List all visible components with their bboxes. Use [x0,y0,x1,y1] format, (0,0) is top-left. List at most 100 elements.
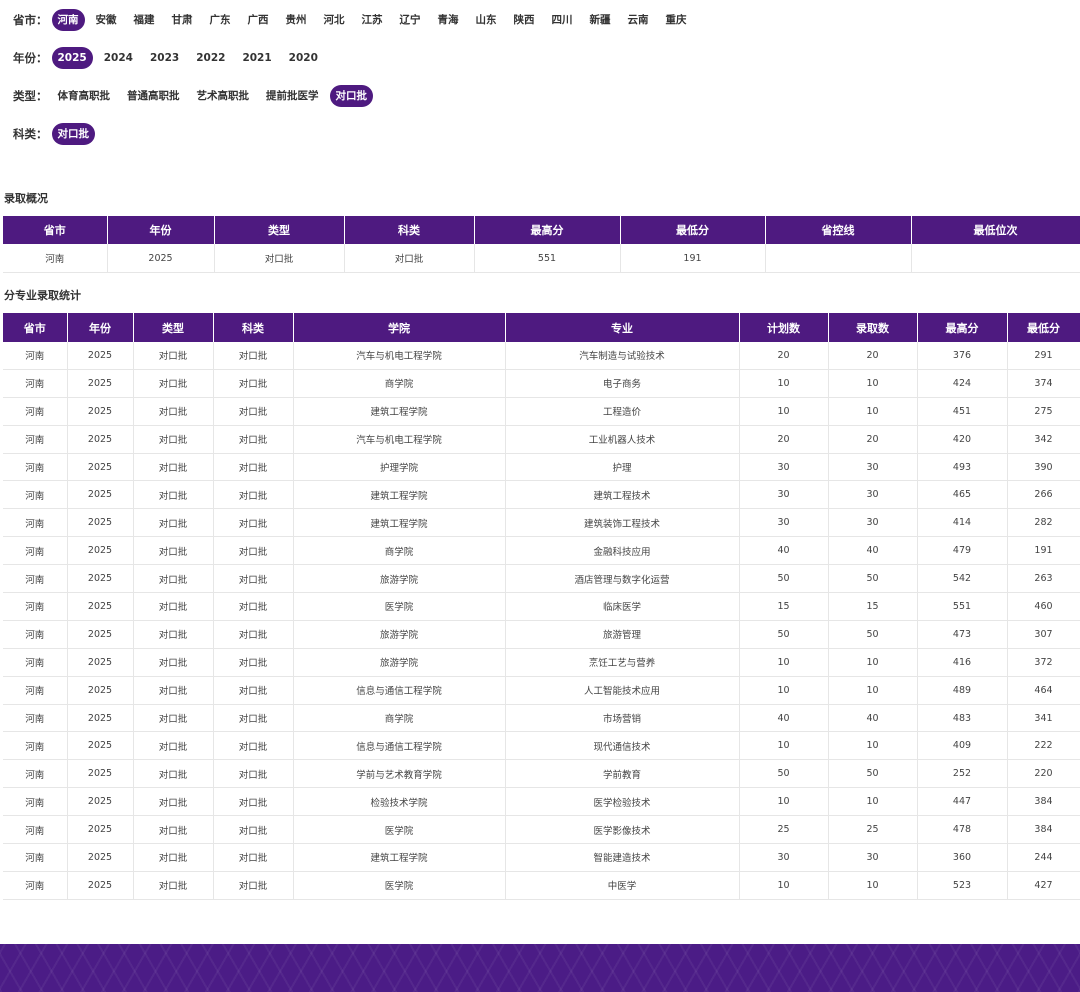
table-cell: 10 [739,369,829,398]
table-cell: 282 [1007,508,1080,538]
table-cell: 对口批 [213,704,294,733]
filter-province-option[interactable]: 贵州 [280,9,313,31]
filter-province-option[interactable]: 新疆 [584,9,617,31]
overview-cell [765,244,912,273]
filter-year-option[interactable]: 2021 [236,47,277,69]
table-cell: 河南 [3,620,68,649]
table-cell: 对口批 [133,787,214,817]
table-cell: 烹饪工艺与营养 [505,648,740,677]
filter-type-option[interactable]: 普通高职批 [121,85,186,107]
table-cell: 420 [917,425,1008,454]
table-cell: 10 [739,648,829,677]
filter-province-option[interactable]: 江苏 [356,9,389,31]
table-cell: 对口批 [213,342,294,370]
table-cell: 河南 [3,676,68,705]
filter-province-option[interactable]: 辽宁 [394,9,427,31]
table-cell: 河南 [3,480,68,510]
table-cell: 对口批 [133,815,214,845]
filter-province-option[interactable]: 广西 [242,9,275,31]
table-cell: 对口批 [133,648,214,677]
filter-province-option[interactable]: 青海 [432,9,465,31]
filter-type-option[interactable]: 体育高职批 [52,85,117,107]
table-cell: 372 [1007,648,1080,677]
table-cell: 工业机器人技术 [505,425,740,454]
filter-subject-option[interactable]: 对口批 [51,123,95,145]
table-cell: 工程造价 [505,397,740,426]
table-cell: 建筑工程技术 [505,480,740,510]
filter-province-option[interactable]: 河北 [318,9,351,31]
table-cell: 20 [739,342,829,370]
filter-type-option[interactable]: 对口批 [329,85,373,107]
filter-year-option[interactable]: 2025 [51,47,93,69]
filter-province-option[interactable]: 安徽 [90,9,123,31]
table-row: 河南 2025 对口批 对口批 建筑工程学院 工程造价 10 10 451 275 [3,397,1080,426]
subject-options: 对口批 [51,123,101,145]
filter-province-option[interactable]: 四川 [546,9,579,31]
table-cell: 40 [739,536,829,566]
filter-year-option[interactable]: 2024 [98,47,139,69]
filter-year-option[interactable]: 2022 [190,47,231,69]
table-cell: 2025 [67,648,134,677]
table-cell: 465 [917,480,1008,510]
majors-header-cell: 专业 [505,313,740,342]
filter-type-option[interactable]: 提前批医学 [260,85,325,107]
overview-cell: 河南 [3,244,108,273]
table-cell: 291 [1007,342,1080,370]
table-cell: 建筑装饰工程技术 [505,508,740,538]
filter-type-option[interactable]: 艺术高职批 [191,85,256,107]
table-cell: 10 [739,787,829,817]
table-cell: 25 [739,815,829,845]
table-cell: 2025 [67,564,134,594]
table-cell: 商学院 [293,704,506,733]
table-cell: 30 [828,508,918,538]
table-cell: 对口批 [213,453,294,482]
filter-province-option[interactable]: 广东 [204,9,237,31]
table-cell: 275 [1007,397,1080,426]
table-cell: 现代通信技术 [505,731,740,761]
table-cell: 2025 [67,508,134,538]
filter-year-option[interactable]: 2023 [144,47,185,69]
table-cell: 对口批 [133,397,214,426]
table-cell: 2025 [67,731,134,761]
filter-province-option[interactable]: 重庆 [660,9,693,31]
table-cell: 479 [917,536,1008,566]
filter-province-option[interactable]: 河南 [51,9,85,31]
table-cell: 2025 [67,815,134,845]
filter-year-option[interactable]: 2020 [283,47,324,69]
table-cell: 342 [1007,425,1080,454]
table-cell: 建筑工程学院 [293,508,506,538]
table-cell: 河南 [3,648,68,677]
table-cell: 对口批 [213,843,294,872]
table-cell: 384 [1007,787,1080,817]
table-row: 河南 2025 对口批 对口批 商学院 市场营销 40 40 483 341 [3,704,1080,733]
table-cell: 河南 [3,815,68,845]
table-cell: 对口批 [133,843,214,872]
overview-data-row: 河南 2025 对口批 对口批 551 191 [3,244,1080,273]
table-cell: 对口批 [213,369,294,398]
filter-province-option[interactable]: 云南 [622,9,655,31]
table-cell: 人工智能技术应用 [505,676,740,705]
table-cell: 30 [828,843,918,872]
filter-province-option[interactable]: 陕西 [508,9,541,31]
table-cell: 河南 [3,871,68,900]
table-cell: 对口批 [133,369,214,398]
overview-cell: 191 [620,244,766,273]
table-cell: 建筑工程学院 [293,397,506,426]
table-cell: 416 [917,648,1008,677]
table-cell: 2025 [67,871,134,900]
table-cell: 对口批 [213,871,294,900]
table-cell: 建筑工程学院 [293,480,506,510]
table-cell: 对口批 [213,815,294,845]
table-cell: 学前与艺术教育学院 [293,759,506,789]
table-cell: 10 [828,397,918,426]
table-cell: 旅游学院 [293,564,506,594]
majors-body: 河南 2025 对口批 对口批 汽车与机电工程学院 汽车制造与试验技术 20 20 376 291… [3,342,1080,900]
filter-province-option[interactable]: 甘肃 [166,9,199,31]
table-cell: 对口批 [133,731,214,761]
filter-province-option[interactable]: 山东 [470,9,503,31]
table-cell: 对口批 [213,397,294,426]
table-row: 河南 2025 对口批 对口批 检验技术学院 医学检验技术 10 10 447 384 [3,787,1080,817]
filter-province-option[interactable]: 福建 [128,9,161,31]
majors-header-cell: 省市 [3,313,68,342]
table-cell: 50 [739,564,829,594]
